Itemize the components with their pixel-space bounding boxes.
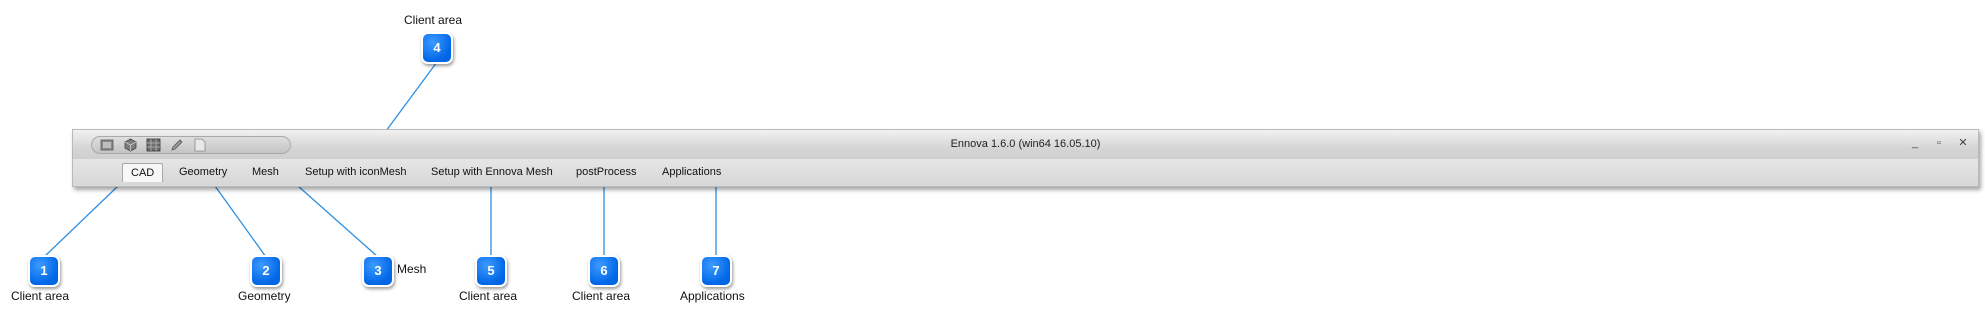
maximize-button[interactable]: ▫: [1932, 136, 1946, 150]
leader-line-2: [214, 185, 267, 258]
ribbon-tab-bar: CAD Geometry Mesh Setup with iconMesh Se…: [73, 159, 1978, 185]
callout-caption-6: Client area: [572, 289, 631, 303]
minimize-button[interactable]: _: [1908, 136, 1922, 150]
tab-setup-with-ennova-mesh[interactable]: Setup with Ennova Mesh: [423, 164, 561, 181]
leader-line-1: [43, 185, 119, 258]
leader-line-3: [297, 185, 379, 258]
callout-badge-1: 1: [28, 255, 60, 287]
window-title: Ennova 1.6.0 (win64 16.05.10): [950, 138, 1101, 150]
callout-badge-6: 6: [588, 255, 620, 287]
callout-badge-3: 3: [362, 255, 394, 287]
callout-badge-4: 4: [421, 32, 453, 64]
callout-badge-7: 7: [700, 255, 732, 287]
callout-caption-7: Applications: [680, 289, 745, 303]
title-bar: Ennova 1.6.0 (win64 16.05.10) _ ▫ ✕: [73, 130, 1978, 160]
window-controls: _ ▫ ✕: [1908, 136, 1970, 150]
callout-caption-1: Client area: [11, 289, 70, 303]
tab-applications[interactable]: Applications: [654, 164, 729, 181]
close-button[interactable]: ✕: [1956, 136, 1970, 150]
callout-caption-4: Client area: [404, 13, 463, 27]
callout-badge-2: 2: [250, 255, 282, 287]
callout-caption-5: Client area: [459, 289, 518, 303]
callout-caption-2: Geometry: [238, 289, 291, 303]
tab-cad[interactable]: CAD: [122, 163, 164, 182]
callout-badge-5: 5: [475, 255, 507, 287]
tab-mesh[interactable]: Mesh: [244, 164, 287, 181]
callout-caption-3: Mesh: [397, 262, 427, 276]
tab-geometry[interactable]: Geometry: [171, 164, 235, 181]
tab-postprocess[interactable]: postProcess: [568, 164, 645, 181]
application-window: Ennova 1.6.0 (win64 16.05.10) _ ▫ ✕ CAD …: [72, 129, 1979, 187]
tab-setup-with-iconmesh[interactable]: Setup with iconMesh: [297, 164, 415, 181]
